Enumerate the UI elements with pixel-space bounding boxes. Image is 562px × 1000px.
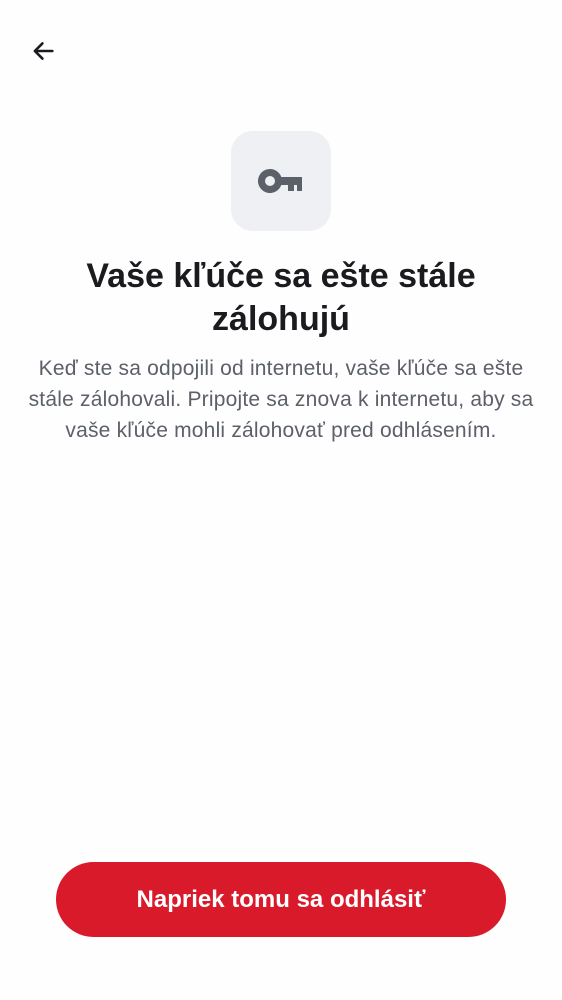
key-icon xyxy=(258,169,302,193)
logout-warning-screen: Vaše kľúče sa ešte stále zálohujú Keď st… xyxy=(0,0,562,1000)
key-icon-tile xyxy=(231,131,331,231)
description-text: Keď ste sa odpojili od internetu, vaše k… xyxy=(28,357,534,442)
sign-out-anyway-button[interactable]: Napriek tomu sa odhlásiť xyxy=(56,862,506,937)
back-button[interactable] xyxy=(24,32,62,70)
arrow-left-icon xyxy=(33,42,54,60)
page-title: Vaše kľúče sa ešte stále zálohujú xyxy=(86,257,476,338)
